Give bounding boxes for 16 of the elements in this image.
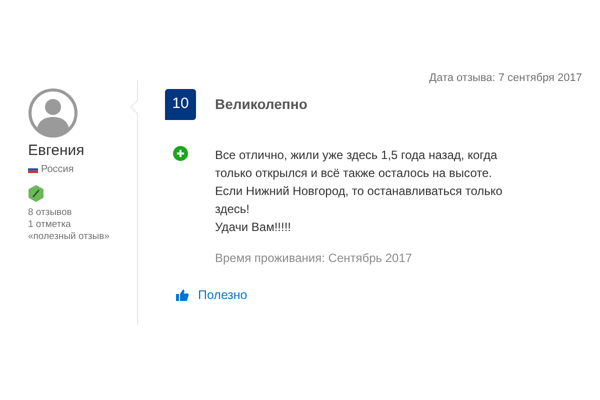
badge-icon: [28, 185, 44, 202]
review-text: Все отлично, жили уже здесь 1,5 года назад, когда только открылся и всё также осталось на высоте. Если Нижний Новгород, то останавливаться только здесь! Удачи Вам!!!!!: [215, 147, 504, 236]
thumbs-up-icon: [176, 289, 189, 302]
reviewer-stat: 1 отметка: [28, 219, 72, 231]
review-date: Дата отзыва: 7 сентября 2017: [429, 71, 582, 86]
helpful-link[interactable]: Полезно: [176, 286, 248, 305]
score-badge: 10: [165, 89, 196, 120]
reviewer-country: Россия: [41, 163, 74, 177]
avatar-icon: [28, 88, 78, 138]
stay-period: Время проживания: Сентябрь 2017: [215, 250, 414, 267]
reviewer-stat: «полезный отзыв»: [28, 231, 110, 243]
review-title: Великолепно: [215, 95, 308, 114]
reviewer-stat: 8 отзывов: [28, 207, 73, 219]
flag-icon: [28, 166, 38, 173]
reviewer-name: Евгения: [28, 142, 86, 160]
plus-icon: [173, 146, 188, 161]
